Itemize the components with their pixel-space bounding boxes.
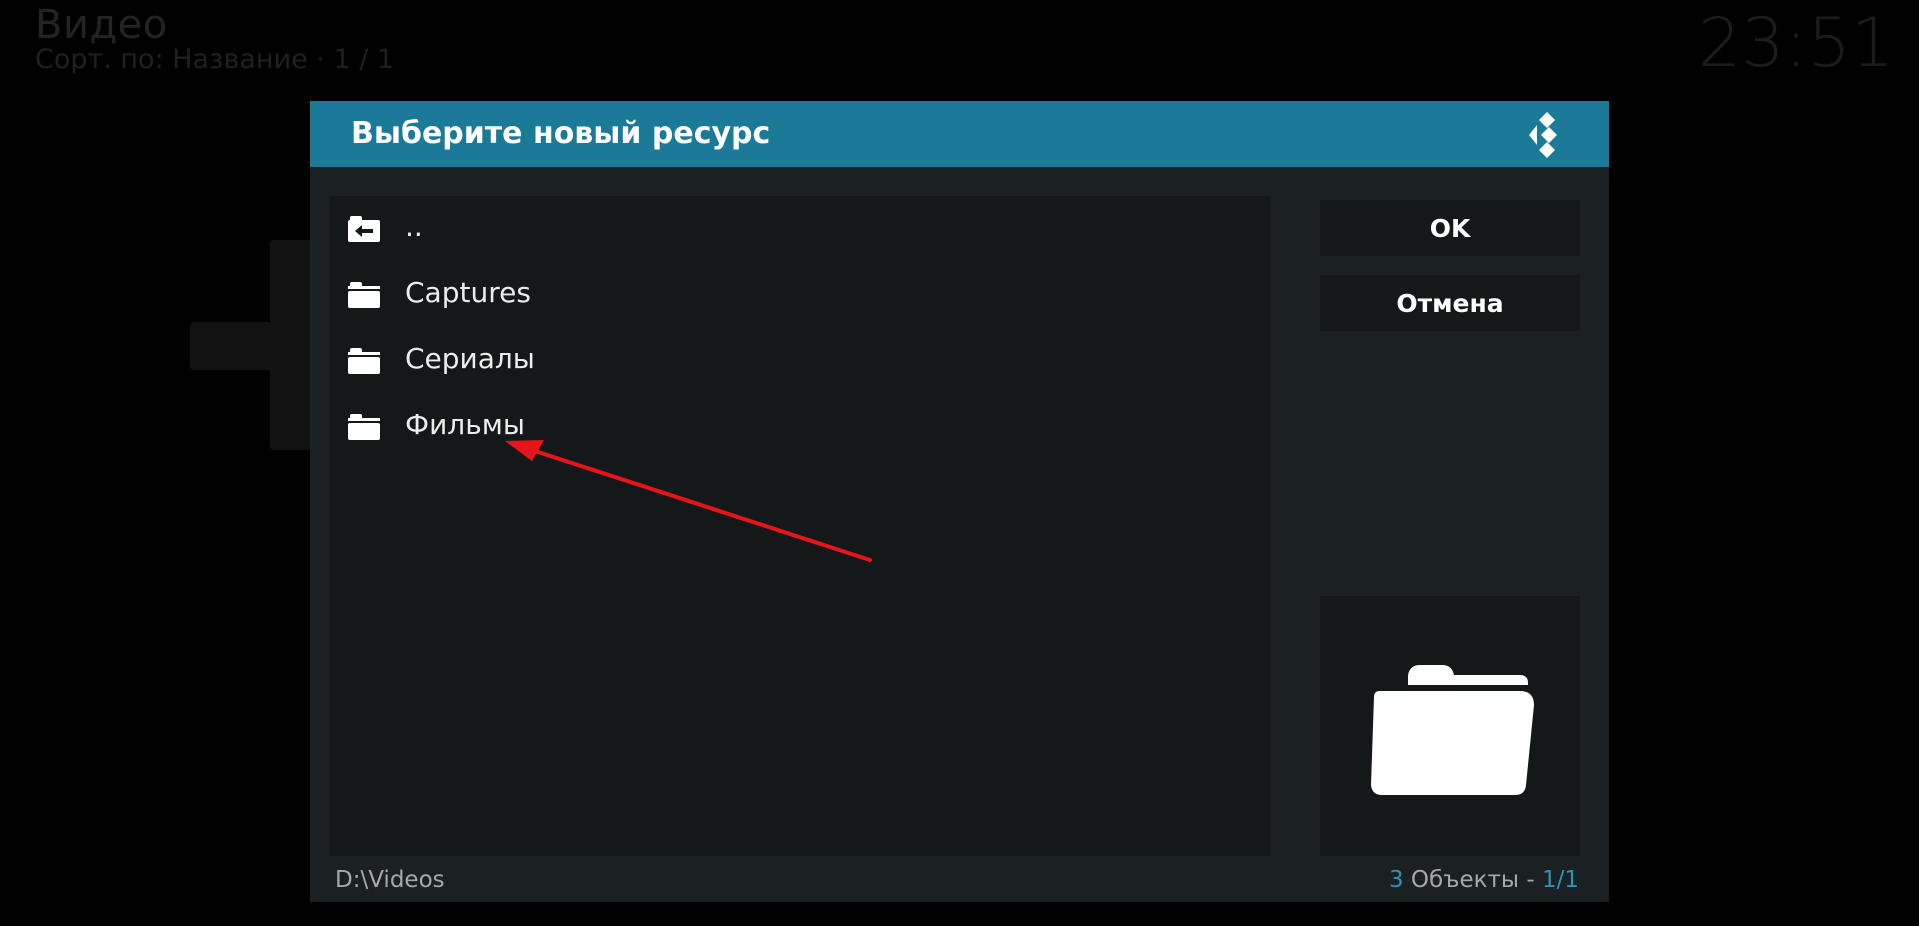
folder-icon xyxy=(348,282,380,308)
background-window-title: Видео xyxy=(35,2,168,48)
list-item-serials[interactable]: Сериалы xyxy=(330,328,1270,394)
preview-thumbnail xyxy=(1320,596,1580,856)
list-item-parent[interactable]: .. xyxy=(330,196,1270,262)
screen: Видео Сорт. по: Название · 1 / 1 23:51 В… xyxy=(0,0,1919,926)
folder-icon xyxy=(348,348,380,374)
file-list: .. Captures Сериалы Фильмы xyxy=(330,196,1270,856)
browse-source-dialog: Выберите новый ресурс .. Captures Сериал… xyxy=(310,101,1609,902)
folder-back-icon xyxy=(348,216,380,242)
list-item-captures[interactable]: Captures xyxy=(330,262,1270,328)
folder-icon xyxy=(348,414,380,440)
background-add-tile-bar xyxy=(190,322,330,370)
cancel-button[interactable]: Отмена xyxy=(1320,275,1580,331)
status-separator: - xyxy=(1526,867,1535,893)
kodi-logo-icon xyxy=(1529,112,1557,158)
objects-label: Объекты xyxy=(1410,867,1520,893)
item-count: 3 xyxy=(1388,867,1404,893)
list-item-label: Captures xyxy=(405,276,531,309)
list-item-films[interactable]: Фильмы xyxy=(330,394,1270,460)
dialog-header: Выберите новый ресурс xyxy=(310,101,1609,167)
background-clock: 23:51 xyxy=(1698,4,1894,83)
ok-button[interactable]: OK xyxy=(1320,200,1580,256)
item-count-status: 3 Объекты - 1/1 xyxy=(1389,867,1579,893)
list-item-label: .. xyxy=(405,210,423,243)
list-item-label: Фильмы xyxy=(405,408,525,441)
dialog-title: Выберите новый ресурс xyxy=(351,116,771,151)
background-sort-info: Сорт. по: Название · 1 / 1 xyxy=(35,44,395,75)
list-item-label: Сериалы xyxy=(405,342,535,375)
current-path: D:\Videos xyxy=(335,867,445,893)
folder-open-icon xyxy=(1371,665,1534,795)
page-indicator: 1/1 xyxy=(1541,867,1579,893)
